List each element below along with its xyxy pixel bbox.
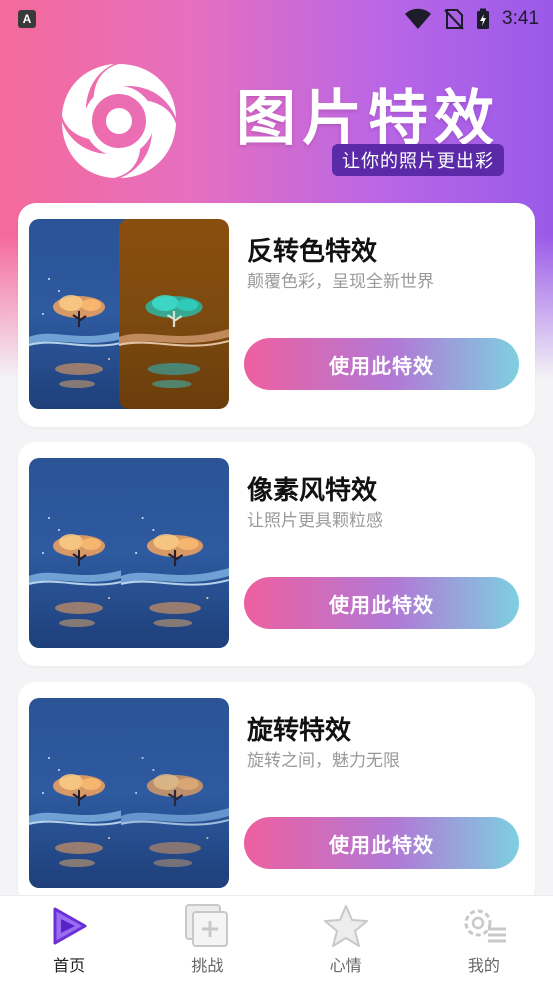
effect-card-pixel: 像素风特效 让照片更具颗粒感 使用此特效: [18, 442, 535, 666]
original-half: [29, 458, 129, 648]
effect-card-invert: 反转色特效 颠覆色彩，呈现全新世界 使用此特效: [18, 203, 535, 427]
tab-home[interactable]: 首页: [0, 896, 138, 983]
battery-charging-icon: [476, 8, 490, 30]
aperture-logo: [58, 60, 180, 182]
original-half: [29, 219, 129, 409]
original-half: [29, 698, 129, 888]
wifi-icon: [404, 8, 432, 30]
tab-challenge[interactable]: 挑战: [138, 896, 276, 983]
app-notification-icon: A: [18, 10, 36, 28]
effect-preview-image: [29, 698, 229, 888]
tab-label: 心情: [329, 956, 362, 975]
star-icon: [322, 902, 370, 950]
use-effect-button[interactable]: 使用此特效: [244, 338, 519, 390]
add-square-icon: [183, 902, 231, 950]
effect-half: [119, 219, 229, 409]
effect-card-rotate: 旋转特效 旋转之间，魅力无限 使用此特效: [18, 682, 535, 906]
tab-label: 我的: [467, 956, 500, 975]
effect-half: [121, 458, 229, 648]
settings-list-icon: [460, 902, 508, 950]
effect-description: 颠覆色彩，呈现全新世界: [247, 272, 434, 292]
no-sim-icon: [444, 8, 464, 30]
play-icon: [45, 902, 93, 950]
status-bar: A 3:41: [0, 0, 553, 38]
tab-label: 首页: [53, 956, 86, 975]
tab-mine[interactable]: 我的: [415, 896, 553, 983]
tab-label: 挑战: [191, 956, 224, 975]
effect-description: 旋转之间，魅力无限: [247, 751, 400, 771]
effect-description: 让照片更具颗粒感: [247, 511, 383, 531]
status-time: 3:41: [502, 8, 539, 29]
bottom-tab-bar: 首页 挑战 心情 我的: [0, 895, 553, 983]
effect-half: [121, 698, 229, 888]
effect-preview-image: [29, 458, 229, 648]
effect-preview-image: [29, 219, 229, 409]
page-subtitle: 让你的照片更出彩: [332, 144, 504, 176]
effect-title: 像素风特效: [247, 476, 378, 506]
effect-title: 反转色特效: [247, 237, 378, 267]
effect-title: 旋转特效: [247, 716, 352, 746]
use-effect-button[interactable]: 使用此特效: [244, 817, 519, 869]
tab-mood[interactable]: 心情: [277, 896, 415, 983]
use-effect-button[interactable]: 使用此特效: [244, 577, 519, 629]
